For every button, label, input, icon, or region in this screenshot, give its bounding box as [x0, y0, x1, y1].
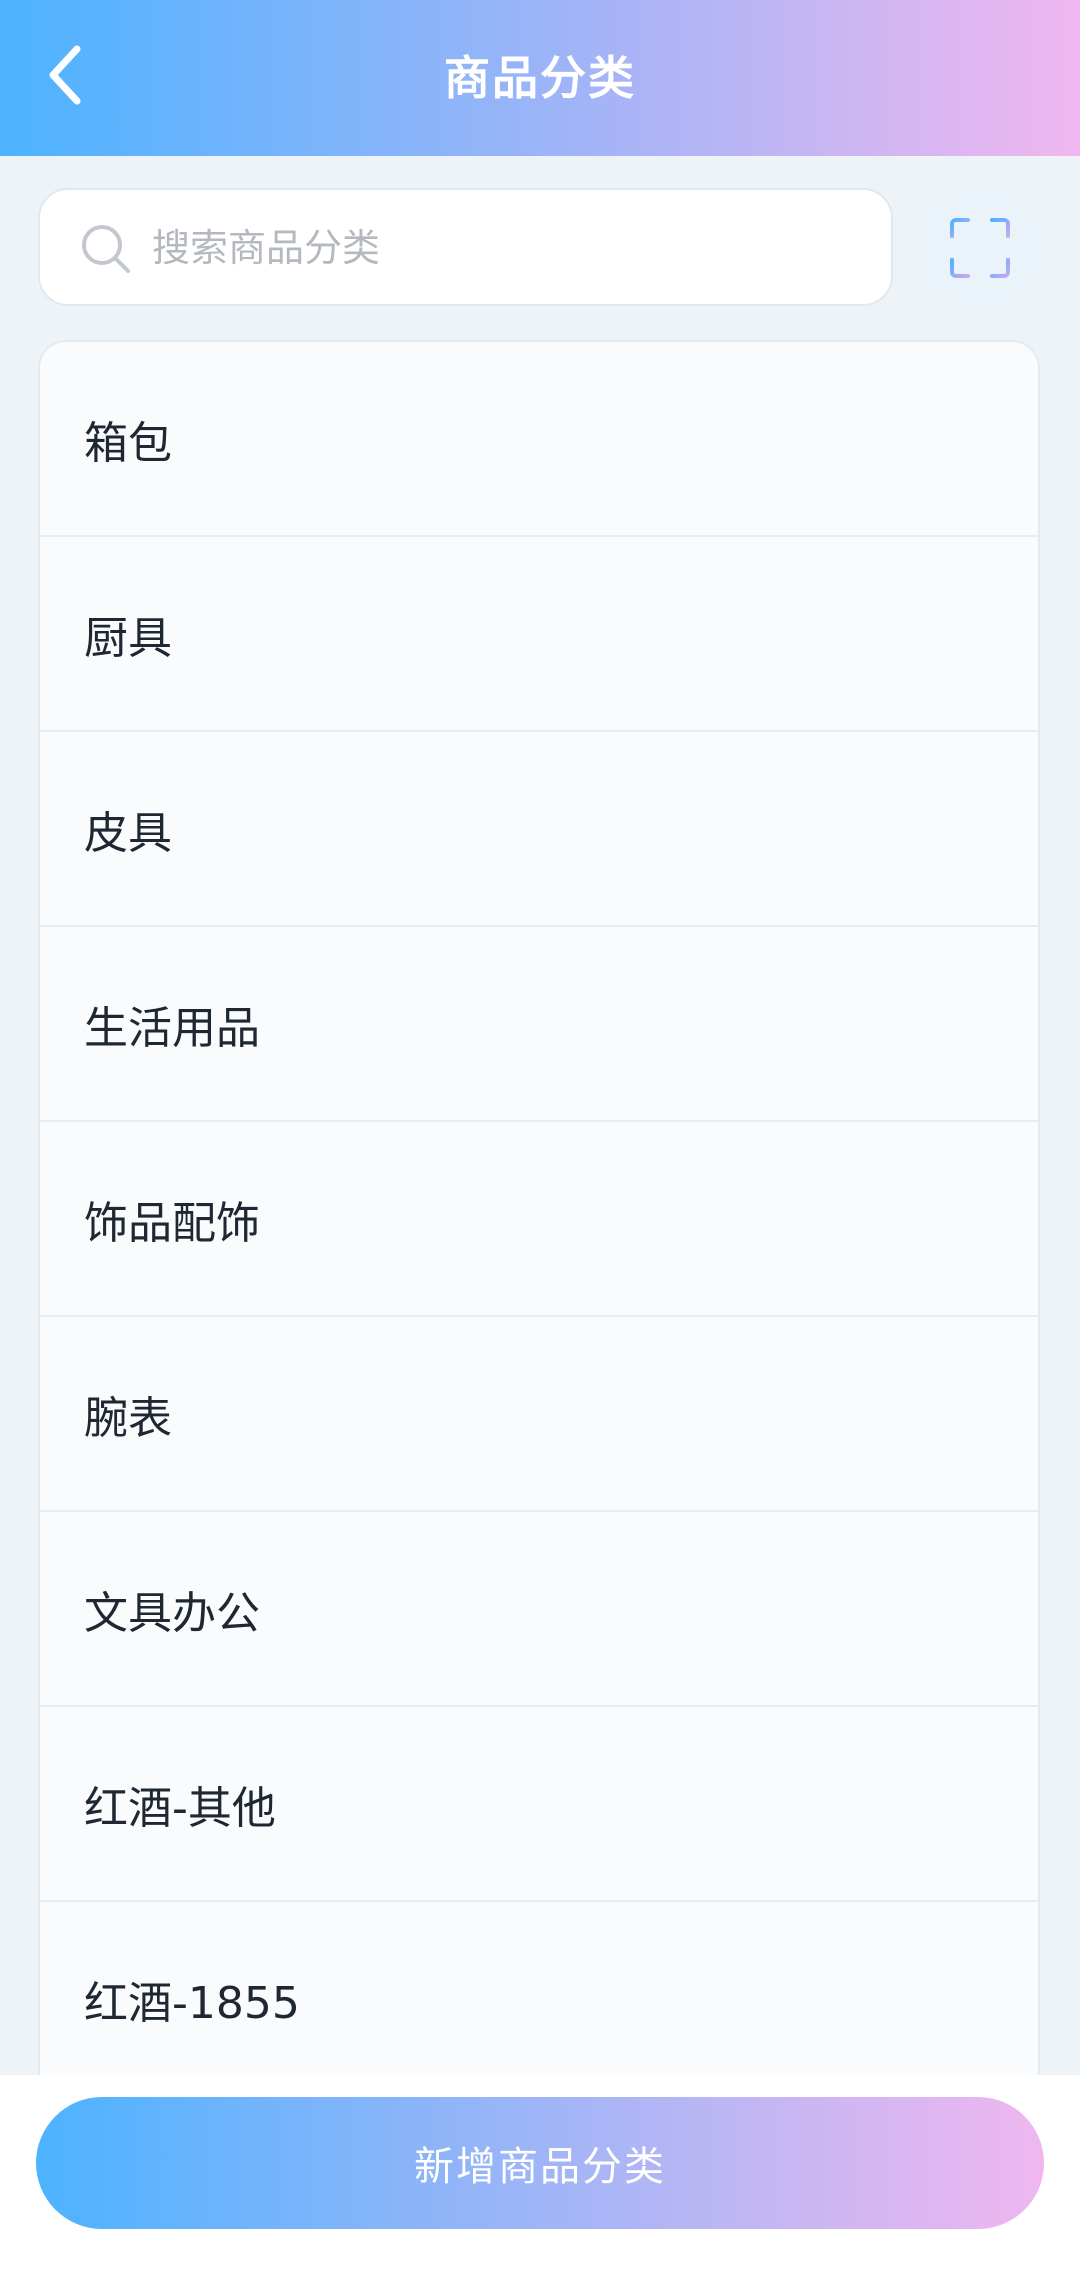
category-label: 饰品配饰: [84, 1197, 260, 1249]
search-box[interactable]: [38, 188, 893, 306]
category-list: 箱包 厨具 皮具 生活用品 饰品配饰 腕表 文具办公 红酒-其他 红酒-1855: [38, 340, 1040, 2080]
scan-icon: [950, 218, 1010, 278]
category-label: 生活用品: [84, 1002, 260, 1054]
app-root: 商品分类 箱包: [0, 0, 1080, 2270]
category-label: 红酒-1855: [84, 1977, 300, 2029]
category-item[interactable]: 皮具: [40, 732, 1038, 927]
category-item[interactable]: 红酒-其他: [40, 1707, 1038, 1902]
category-label: 文具办公: [84, 1587, 260, 1639]
category-label: 腕表: [84, 1392, 172, 1444]
search-input[interactable]: [152, 210, 852, 286]
category-item[interactable]: 厨具: [40, 537, 1038, 732]
page-title: 商品分类: [444, 51, 636, 105]
add-category-button[interactable]: 新增商品分类: [36, 2097, 1044, 2229]
category-item[interactable]: 箱包: [40, 342, 1038, 537]
search-icon: [82, 225, 130, 273]
chevron-left-icon: [49, 45, 81, 105]
category-item[interactable]: 饰品配饰: [40, 1122, 1038, 1317]
category-label: 箱包: [84, 417, 172, 469]
back-button[interactable]: [20, 30, 110, 120]
category-label: 皮具: [84, 807, 172, 859]
bottom-bar: 新增商品分类: [0, 2075, 1080, 2270]
scan-button[interactable]: [920, 188, 1040, 308]
category-item[interactable]: 生活用品: [40, 927, 1038, 1122]
category-item[interactable]: 腕表: [40, 1317, 1038, 1512]
category-label: 红酒-其他: [84, 1782, 276, 1834]
category-label: 厨具: [84, 612, 172, 664]
category-item[interactable]: 红酒-1855: [40, 1902, 1038, 2080]
category-item[interactable]: 文具办公: [40, 1512, 1038, 1707]
top-bar: 商品分类: [0, 0, 1080, 156]
